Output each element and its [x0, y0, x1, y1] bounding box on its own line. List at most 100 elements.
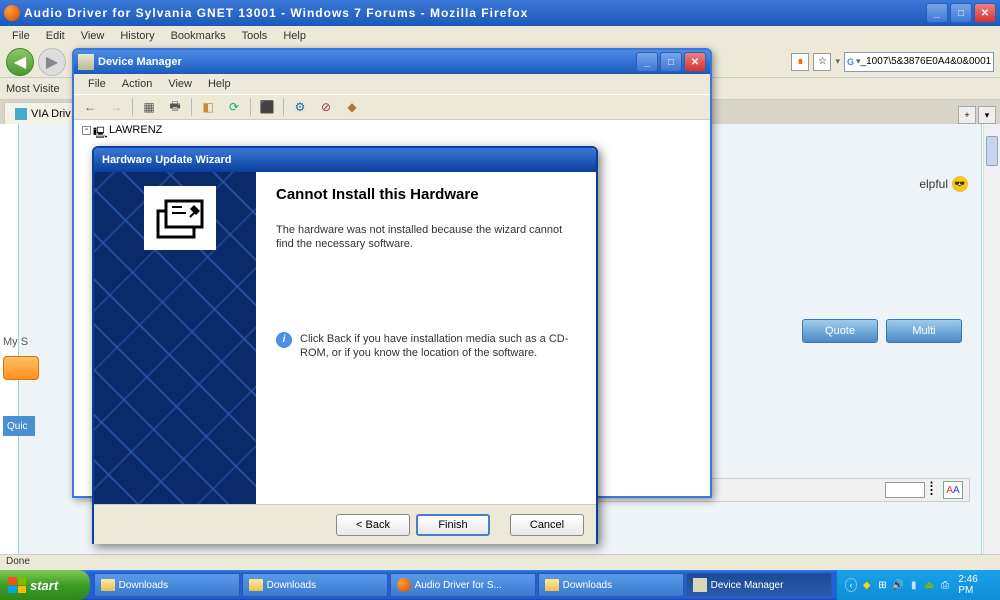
device-tree[interactable]: - 🖳 LAWRENZ: [74, 120, 710, 140]
maximize-button[interactable]: □: [950, 3, 972, 23]
wizard-info-text: Click Back if you have installation medi…: [300, 332, 576, 361]
shield-icon[interactable]: ◆: [860, 578, 873, 592]
wizard-side-graphic: [94, 172, 256, 504]
size-dropdown[interactable]: [885, 482, 925, 498]
taskbar-item-device-manager[interactable]: Device Manager: [686, 573, 832, 597]
reply-button[interactable]: [3, 356, 39, 380]
menu-view[interactable]: View: [73, 28, 113, 44]
bookmark-star-icon[interactable]: ☆: [813, 53, 831, 71]
tab-via-driv[interactable]: VIA Driv: [4, 102, 82, 124]
taskbar: start Downloads Downloads Audio Driver f…: [0, 570, 1000, 600]
forum-post-text: elpful 😎: [919, 176, 968, 192]
close-button[interactable]: ✕: [974, 3, 996, 23]
dropdown-icon[interactable]: ▾: [835, 56, 840, 67]
menu-tools[interactable]: Tools: [234, 28, 276, 44]
scrollbar[interactable]: [983, 124, 1000, 554]
refresh-icon[interactable]: ⟳: [224, 97, 244, 117]
network-icon[interactable]: ⊞: [876, 578, 889, 592]
wizard-main: Cannot Install this Hardware The hardwar…: [256, 172, 596, 504]
hardware-install-icon: [144, 186, 216, 250]
windows-logo-icon: [8, 577, 26, 593]
tab-list-button[interactable]: ▾: [978, 106, 996, 124]
cool-smiley-icon: 😎: [952, 176, 968, 192]
print-icon[interactable]: 🖶: [165, 97, 185, 117]
google-icon: G: [847, 55, 854, 69]
wizard-heading: Cannot Install this Hardware: [276, 186, 576, 203]
battery-icon[interactable]: ▮: [907, 578, 920, 592]
clock[interactable]: 2:46 PM: [958, 574, 992, 596]
update-driver-icon[interactable]: ⚙: [290, 97, 310, 117]
system-tray[interactable]: ‹ ◆ ⊞ 🔊 ▮ ⏏ ⎙ 2:46 PM: [836, 570, 1000, 600]
collapse-icon[interactable]: -: [82, 126, 91, 135]
taskbar-item-downloads-3[interactable]: Downloads: [538, 573, 684, 597]
computer-icon: 🖳: [93, 124, 107, 136]
wizard-title: Hardware Update Wizard: [102, 154, 232, 166]
wizard-info-row: i Click Back if you have installation me…: [276, 332, 576, 361]
menu-bookmarks[interactable]: Bookmarks: [163, 28, 234, 44]
search-box[interactable]: G ▾ _1007\5&3876E0A4&0&0001: [844, 52, 994, 72]
search-text: _1007\5&3876E0A4&0&0001: [861, 56, 992, 67]
new-tab-button[interactable]: +: [958, 106, 976, 124]
menu-help[interactable]: Help: [275, 28, 314, 44]
firefox-icon: [4, 5, 20, 21]
back-button[interactable]: ◀: [6, 48, 34, 76]
dm-menu-action[interactable]: Action: [114, 76, 161, 92]
dm-menu-view[interactable]: View: [160, 76, 200, 92]
finish-button[interactable]: Finish: [416, 514, 490, 536]
menu-history[interactable]: History: [112, 28, 162, 44]
dm-title: Device Manager: [98, 56, 636, 68]
scrollbar-thumb[interactable]: [986, 136, 998, 166]
dm-maximize-button[interactable]: □: [660, 52, 682, 72]
printer-icon[interactable]: ⎙: [939, 578, 952, 592]
forward-arrow-icon[interactable]: →: [106, 97, 126, 117]
tree-root-node[interactable]: - 🖳 LAWRENZ: [82, 124, 702, 136]
menu-file[interactable]: File: [4, 28, 38, 44]
wizard-footer: < Back Finish Cancel: [94, 504, 596, 544]
dm-close-button[interactable]: ✕: [684, 52, 706, 72]
safely-remove-icon[interactable]: ⏏: [923, 578, 936, 592]
most-visited-label[interactable]: Most Visite: [6, 83, 60, 95]
tray-expand-icon[interactable]: ‹: [845, 578, 858, 592]
folder-icon: [249, 579, 263, 591]
firefox-titlebar[interactable]: Audio Driver for Sylvania GNET 13001 - W…: [0, 0, 1000, 26]
forward-button[interactable]: ▶: [38, 48, 66, 76]
wizard-body-text: The hardware was not installed because t…: [276, 223, 576, 252]
dm-toolbar: ← → ▦ 🖶 ◧ ⟳ ⬛ ⚙ ⊘ ◆: [74, 94, 710, 120]
dm-menu-help[interactable]: Help: [200, 76, 239, 92]
hardware-wizard-dialog: Hardware Update Wizard Cannot Install th…: [92, 146, 598, 544]
minimize-button[interactable]: _: [926, 3, 948, 23]
start-button[interactable]: start: [0, 570, 90, 600]
disable-icon[interactable]: ⊘: [316, 97, 336, 117]
quote-button[interactable]: Quote: [802, 319, 878, 343]
firefox-icon: [397, 578, 411, 592]
menu-edit[interactable]: Edit: [38, 28, 73, 44]
rss-icon[interactable]: ∎: [791, 53, 809, 71]
multi-button[interactable]: Multi: [886, 319, 962, 343]
cancel-button[interactable]: Cancel: [510, 514, 584, 536]
dm-menu-file[interactable]: File: [80, 76, 114, 92]
tab-label: VIA Driv: [31, 108, 71, 120]
taskbar-item-firefox[interactable]: Audio Driver for S...: [390, 573, 536, 597]
quick-reply-header: Quic: [3, 416, 35, 436]
back-arrow-icon[interactable]: ←: [80, 97, 100, 117]
start-label: start: [30, 578, 58, 593]
device-manager-icon: [78, 54, 94, 70]
dm-titlebar[interactable]: Device Manager _ □ ✕: [74, 50, 710, 74]
uninstall-icon[interactable]: ⬛: [257, 97, 277, 117]
properties-icon[interactable]: ▦: [139, 97, 159, 117]
my-s-label: My S: [3, 336, 28, 348]
firefox-title: Audio Driver for Sylvania GNET 13001 - W…: [24, 6, 926, 20]
back-button[interactable]: < Back: [336, 514, 410, 536]
taskbar-item-downloads-2[interactable]: Downloads: [242, 573, 388, 597]
folder-icon: [545, 579, 559, 591]
taskbar-item-downloads-1[interactable]: Downloads: [94, 573, 240, 597]
folder-icon: [101, 579, 115, 591]
dm-minimize-button[interactable]: _: [636, 52, 658, 72]
enable-icon[interactable]: ◆: [342, 97, 362, 117]
wizard-titlebar[interactable]: Hardware Update Wizard: [94, 148, 596, 172]
volume-icon[interactable]: 🔊: [892, 578, 905, 592]
info-icon: i: [276, 332, 292, 348]
taskbar-items: Downloads Downloads Audio Driver for S..…: [90, 570, 836, 600]
font-color-button[interactable]: AA: [943, 481, 963, 499]
scan-icon[interactable]: ◧: [198, 97, 218, 117]
